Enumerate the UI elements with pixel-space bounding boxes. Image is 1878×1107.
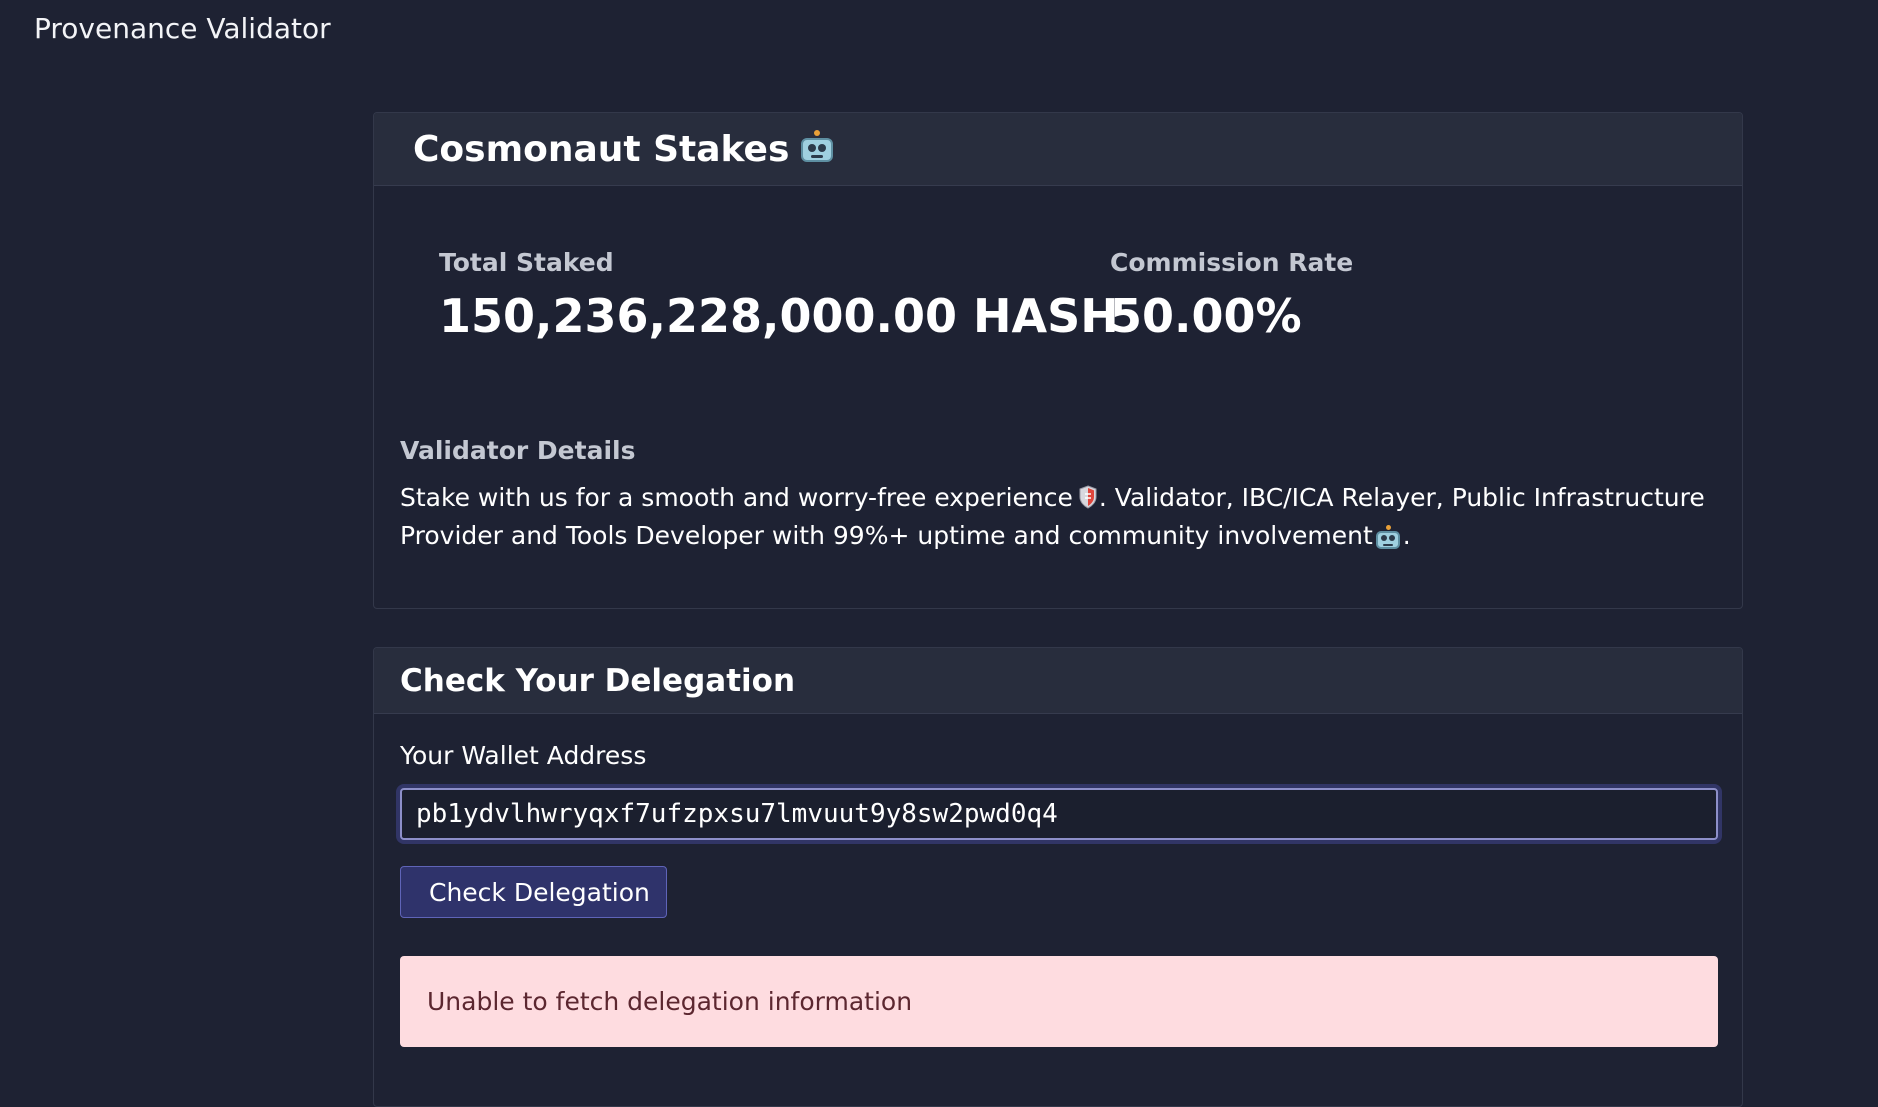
shield-icon <box>1079 485 1097 509</box>
delegation-card: Check Your Delegation Your Wallet Addres… <box>373 647 1743 1107</box>
error-message: Unable to fetch delegation information <box>427 987 913 1016</box>
commission-rate-label: Commission Rate <box>1110 248 1354 277</box>
details-text-part1: Stake with us for a smooth and worry-fre… <box>400 483 1073 512</box>
error-alert: Unable to fetch delegation information <box>400 956 1718 1047</box>
total-staked-stat: Total Staked 150,236,228,000.00 HASH <box>439 248 1119 343</box>
check-delegation-button[interactable]: Check Delegation <box>400 866 667 918</box>
wallet-address-label: Your Wallet Address <box>400 741 647 770</box>
validator-card-header: Cosmonaut Stakes <box>374 113 1742 186</box>
commission-rate-value: 50.00% <box>1110 289 1302 343</box>
delegation-title: Check Your Delegation <box>400 662 796 699</box>
validator-details-label: Validator Details <box>400 436 636 465</box>
total-staked-label: Total Staked <box>439 248 614 277</box>
details-text-part3: . <box>1402 521 1411 550</box>
robot-icon <box>1375 525 1400 549</box>
wallet-address-input[interactable] <box>400 788 1718 840</box>
validator-details: Validator Details Stake with us for a sm… <box>400 436 1716 555</box>
total-staked-value: 150,236,228,000.00 HASH <box>439 289 1119 343</box>
validator-name: Cosmonaut Stakes <box>413 128 790 170</box>
robot-icon <box>801 130 834 162</box>
delegation-card-header: Check Your Delegation <box>374 648 1742 714</box>
validator-details-text: Stake with us for a smooth and worry-fre… <box>400 479 1716 555</box>
validator-card: Cosmonaut Stakes Total Staked 150,236,22… <box>373 112 1743 609</box>
app-title: Provenance Validator <box>34 12 331 45</box>
commission-rate-stat: Commission Rate 50.00% <box>1110 248 1353 343</box>
